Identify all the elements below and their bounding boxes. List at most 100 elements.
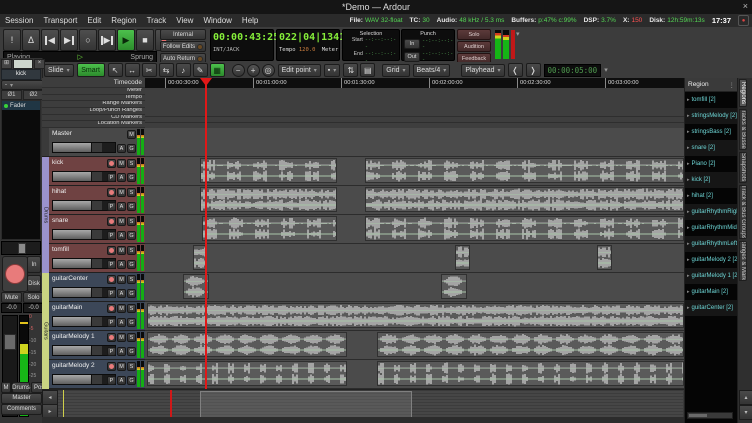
secondary-clock-time[interactable]: 022|04|1341 bbox=[279, 32, 339, 43]
solo-button[interactable]: Solo bbox=[23, 292, 44, 303]
nudge-back-button[interactable]: ❬ bbox=[508, 63, 523, 77]
automation-button[interactable]: A bbox=[117, 347, 126, 356]
phase-invert-1-button[interactable]: Ø1 bbox=[1, 90, 22, 100]
track-name[interactable]: guitarMelody 1 bbox=[52, 333, 95, 340]
menu-help[interactable]: Help bbox=[237, 16, 263, 25]
punch-out-button[interactable]: Out bbox=[404, 52, 420, 62]
record-enable-button[interactable] bbox=[107, 246, 116, 255]
expander-icon[interactable]: ▸ bbox=[687, 305, 690, 311]
close-icon[interactable]: × bbox=[743, 1, 748, 11]
midi-panic-button[interactable]: ! bbox=[3, 29, 21, 51]
track-lane-hihat[interactable] bbox=[145, 186, 684, 215]
group-button[interactable]: G bbox=[127, 376, 136, 385]
expander-icon[interactable]: ▸ bbox=[687, 97, 690, 103]
loop-button[interactable]: ○ bbox=[79, 29, 97, 51]
region-list-item[interactable]: ▸guitarRhythmLeft bbox=[685, 236, 738, 252]
group-label-drums[interactable]: Drums bbox=[42, 157, 49, 273]
region-list-item[interactable]: ▸guitarRhythmRigh bbox=[685, 204, 738, 220]
scroll-right-button[interactable]: ▸ bbox=[42, 404, 58, 418]
range-mode-button[interactable]: ↔ bbox=[125, 63, 140, 77]
group-button[interactable]: G bbox=[127, 318, 136, 327]
record-indicator-icon[interactable]: ● bbox=[738, 15, 749, 26]
audio-region[interactable] bbox=[597, 245, 612, 270]
playlist-button[interactable]: P bbox=[107, 173, 116, 182]
nudge-clock[interactable]: 00:00:05:00 bbox=[544, 64, 602, 77]
track-lane-guitarmain[interactable] bbox=[145, 302, 684, 331]
play-button[interactable]: ▶ bbox=[117, 29, 135, 51]
track-header-snare[interactable]: snareMSPAG bbox=[42, 215, 145, 244]
monitor-disk-button[interactable]: Disk bbox=[27, 275, 41, 292]
record-enable-button[interactable] bbox=[107, 188, 116, 197]
track-name[interactable]: Master bbox=[52, 130, 72, 137]
track-name[interactable]: tomfill bbox=[52, 246, 69, 253]
menu-session[interactable]: Session bbox=[0, 16, 38, 25]
playlist-button[interactable]: P bbox=[107, 231, 116, 240]
track-lane-kick[interactable] bbox=[145, 157, 684, 186]
track-header-guitarmelody-2[interactable]: guitarMelody 2MSPAG bbox=[42, 360, 145, 389]
strip-entry[interactable] bbox=[13, 59, 33, 69]
record-enable-button[interactable] bbox=[107, 304, 116, 313]
tab-regions[interactable]: Regions bbox=[739, 79, 747, 107]
track-lane-guitarmelody-2[interactable] bbox=[145, 360, 684, 389]
track-name[interactable]: snare bbox=[52, 217, 68, 224]
audio-region[interactable] bbox=[147, 332, 347, 357]
secondary-clock[interactable]: 022|04|1341 Tempo 120.0 Meter 4/4 bbox=[276, 29, 340, 61]
primary-clock[interactable]: 00:00:43:25 INT/JACK bbox=[210, 29, 274, 61]
go-to-end-button[interactable]: ▶ bbox=[60, 29, 78, 51]
region-list-item[interactable]: ▸guitarCenter [2] bbox=[685, 300, 738, 316]
audio-region[interactable] bbox=[365, 187, 684, 212]
track-lane-guitarmelody-1[interactable] bbox=[145, 331, 684, 360]
record-enable-button[interactable] bbox=[107, 275, 116, 284]
playlist-button[interactable]: P bbox=[107, 202, 116, 211]
audio-region[interactable] bbox=[377, 332, 684, 357]
automation-button[interactable]: A bbox=[117, 318, 126, 327]
grab-mode-button[interactable]: ↖ bbox=[108, 63, 123, 77]
region-list-item[interactable]: ▸stringsBass [2] bbox=[685, 124, 738, 140]
audition-mode-button[interactable]: ♪ bbox=[176, 63, 191, 77]
solo-button[interactable]: S bbox=[127, 217, 136, 226]
region-list-item[interactable]: ▸guitarRhythmMidd bbox=[685, 220, 738, 236]
ruler-label-range-markers[interactable]: Range Markers bbox=[42, 101, 145, 108]
solo-button[interactable]: Solo bbox=[457, 29, 491, 40]
track-name[interactable]: hihat bbox=[52, 188, 66, 195]
group-button[interactable]: G bbox=[127, 289, 136, 298]
cut-mode-button[interactable]: ✂ bbox=[142, 63, 157, 77]
ruler[interactable]: 00:00:30:0000:01:00:0000:01:30:0000:02:0… bbox=[145, 78, 684, 128]
solo-button[interactable]: S bbox=[127, 246, 136, 255]
automation-button[interactable]: A bbox=[117, 289, 126, 298]
expander-icon[interactable]: ▸ bbox=[687, 209, 690, 215]
audio-region[interactable] bbox=[377, 361, 684, 386]
solo-button[interactable]: S bbox=[127, 188, 136, 197]
group-label-guitars[interactable]: Guitars bbox=[42, 273, 49, 389]
automation-button[interactable]: A bbox=[117, 231, 126, 240]
track-lane-master[interactable] bbox=[145, 128, 684, 157]
pin-icon[interactable]: ⊞ bbox=[1, 59, 12, 69]
strip-drums-button[interactable]: Drums bbox=[12, 382, 30, 393]
record-enable-button[interactable] bbox=[107, 159, 116, 168]
expander-icon[interactable]: ▸ bbox=[687, 289, 690, 295]
region-list-item[interactable]: ▸hihat [2] bbox=[685, 188, 738, 204]
strip-track-name[interactable]: kick bbox=[1, 69, 41, 80]
audio-region[interactable] bbox=[365, 158, 684, 183]
metronome-button[interactable]: Δ bbox=[22, 29, 40, 51]
region-list-item[interactable]: ▸guitarMelody 1 [2 bbox=[685, 268, 738, 284]
track-name[interactable]: guitarMelody 2 bbox=[52, 362, 95, 369]
punch-in-button[interactable]: In bbox=[404, 39, 420, 49]
phase-invert-2-button[interactable]: Ø2 bbox=[23, 90, 44, 100]
mute-button[interactable]: M bbox=[117, 275, 126, 284]
expander-icon[interactable]: ▸ bbox=[687, 113, 690, 119]
play-range-button[interactable]: ▶ bbox=[98, 29, 116, 51]
audition-button[interactable]: Audition bbox=[457, 41, 491, 52]
zoom-focus-combo[interactable]: Playhead▾ bbox=[461, 64, 504, 77]
scroll-down-button[interactable]: ▾ bbox=[739, 405, 752, 420]
mute-button[interactable]: M bbox=[117, 304, 126, 313]
mute-button[interactable]: M bbox=[117, 333, 126, 342]
processor-box[interactable]: Fader bbox=[1, 100, 41, 240]
track-name[interactable]: kick bbox=[52, 159, 63, 166]
expander-icon[interactable]: ▸ bbox=[687, 161, 690, 167]
group-button[interactable]: G bbox=[127, 173, 136, 182]
record-enable-button[interactable] bbox=[107, 217, 116, 226]
column-menu-icon[interactable]: ⋮ bbox=[729, 81, 736, 89]
zoom-out-button[interactable]: − bbox=[232, 64, 245, 77]
follow-edits-button[interactable]: Follow Edits bbox=[160, 41, 206, 52]
